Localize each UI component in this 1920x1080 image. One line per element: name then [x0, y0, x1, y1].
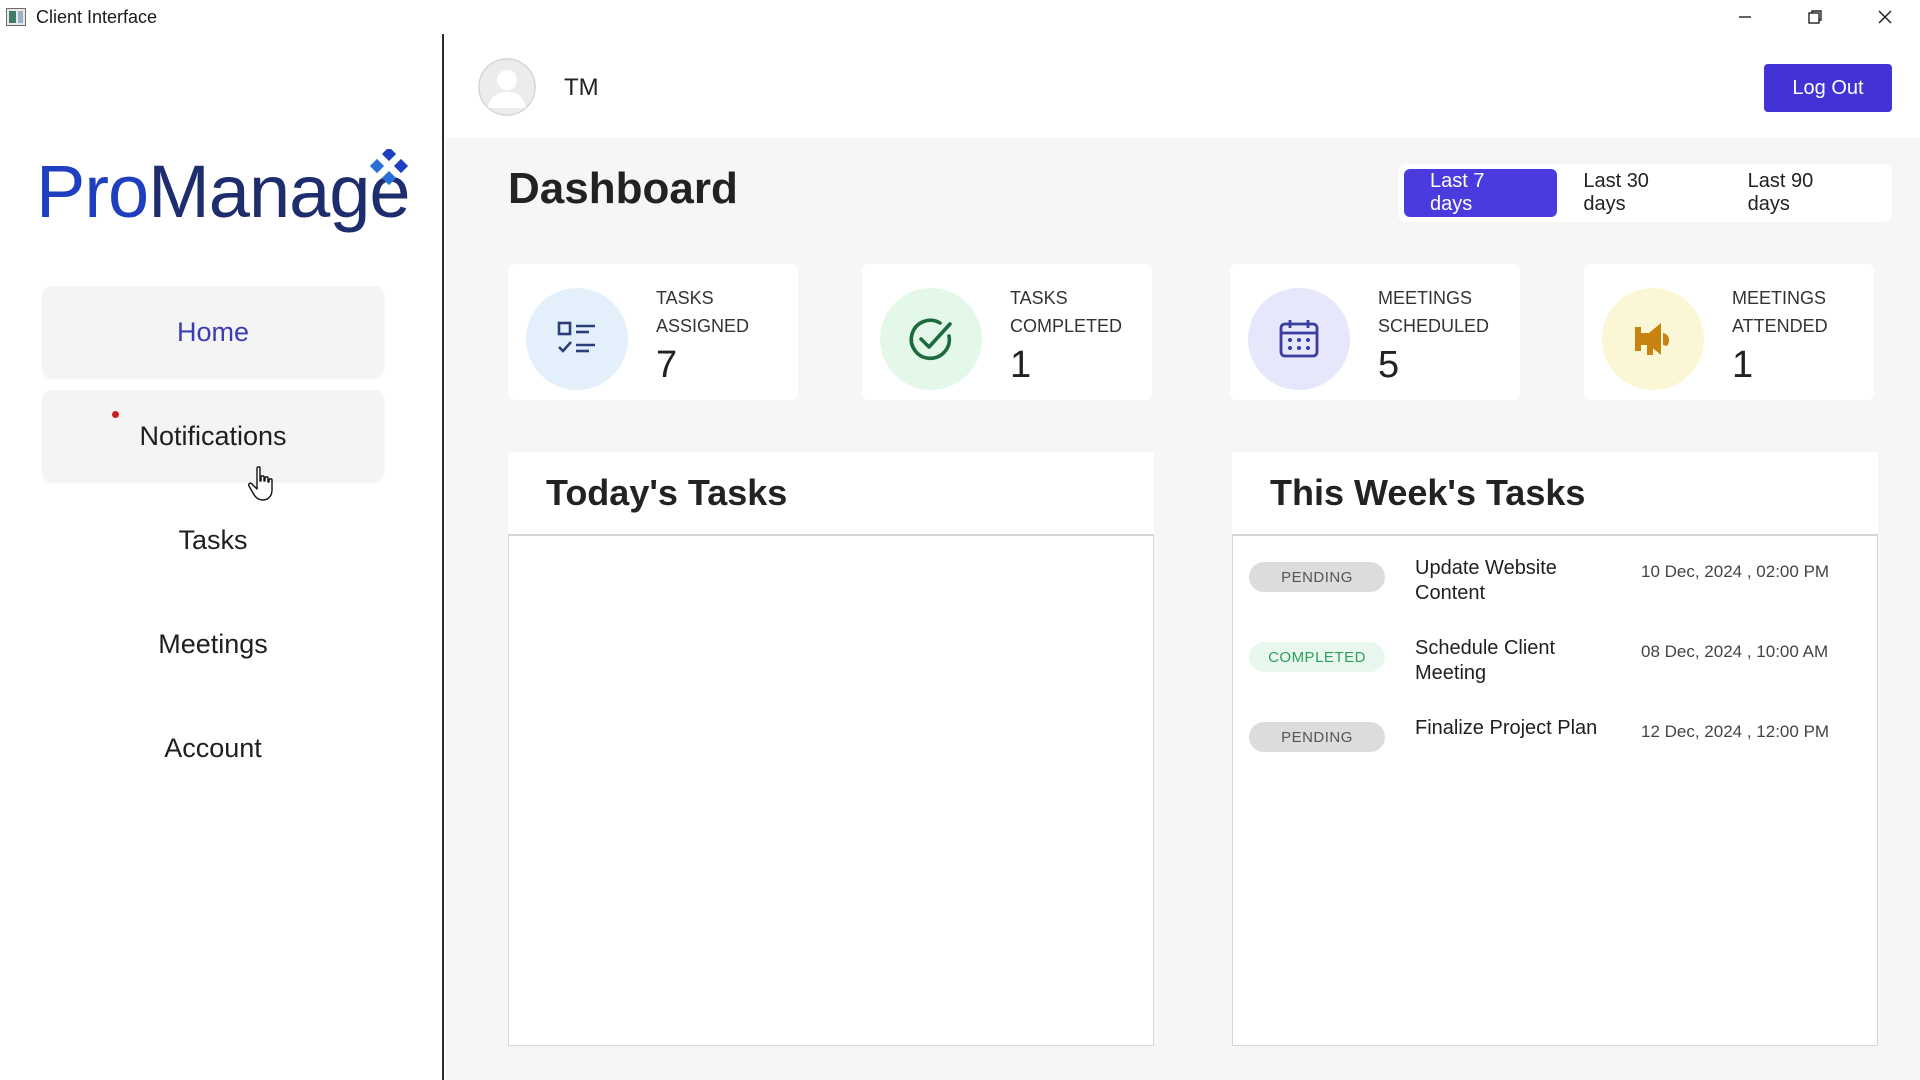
stat-card-tasks-assigned[interactable]: Tasks Assigned 7: [508, 264, 798, 400]
sidebar-item-label: Home: [176, 316, 250, 347]
stat-label: Tasks Completed: [1010, 288, 1123, 336]
hand-cursor-icon: [248, 466, 273, 501]
window-title: Client Interface: [36, 6, 158, 27]
table-row[interactable]: PENDING Finalize Project Plan 12 Dec, 20…: [1249, 710, 1859, 774]
megaphone-icon: [1635, 323, 1670, 355]
stat-card-tasks-completed[interactable]: Tasks Completed 1: [862, 264, 1152, 400]
task-date: 10 Dec, 2024 , 02:00 PM: [1641, 562, 1830, 581]
sidebar-item-label: Notifications: [139, 420, 287, 451]
task-title: Update Website Content: [1415, 557, 1557, 604]
stat-card-meetings-scheduled[interactable]: Meetings Scheduled 5: [1230, 264, 1520, 400]
restore-button[interactable]: [1780, 0, 1850, 34]
stat-value: 7: [656, 344, 678, 386]
table-row[interactable]: PENDING Update Website Content 10 Dec, 2…: [1249, 550, 1859, 614]
week-tasks-panel: This Week's Tasks PENDING Update Website…: [1232, 452, 1878, 1046]
sidebar-nav: Home Notifications Tasks Meetings Accoun…: [42, 286, 384, 806]
stat-icon-wrap: [880, 288, 982, 390]
range-last-7-days-button[interactable]: Last 7 days: [1404, 169, 1558, 217]
stat-card-meetings-attended[interactable]: Meetings Attended 1: [1584, 264, 1874, 400]
logo-mark-icon: [370, 149, 409, 186]
page-title: Dashboard: [508, 164, 738, 213]
logout-button[interactable]: Log Out: [1764, 64, 1892, 112]
sidebar-item-meetings[interactable]: Meetings: [42, 598, 384, 690]
stat-icon-wrap: [526, 288, 628, 390]
range-last-90-days-button[interactable]: Last 90 days: [1722, 169, 1886, 217]
close-button[interactable]: [1850, 0, 1920, 34]
calendar-icon: [1279, 320, 1319, 358]
main-content: TM Log Out Dashboard Last 7 days Last 30…: [446, 34, 1920, 1080]
close-icon: [1878, 10, 1892, 24]
sidebar-item-tasks[interactable]: Tasks: [42, 494, 384, 586]
today-tasks-title: Today's Tasks: [508, 452, 1154, 536]
stat-value: 1: [1010, 344, 1032, 386]
stats-row: Tasks Assigned 7 Tasks Completed 1: [508, 264, 1892, 400]
table-row[interactable]: COMPLETED Schedule Client Meeting 08 Dec…: [1249, 630, 1859, 694]
task-title: Finalize Project Plan: [1415, 717, 1598, 739]
stat-icon-wrap: [1602, 288, 1704, 390]
stat-value: 5: [1378, 344, 1400, 386]
app-icon: [6, 8, 26, 26]
range-last-30-days-button[interactable]: Last 30 days: [1557, 169, 1721, 217]
sidebar-item-account[interactable]: Account: [42, 702, 384, 794]
status-badge: PENDING: [1249, 722, 1385, 752]
sidebar-item-label: Tasks: [178, 524, 248, 555]
task-list-icon: [557, 321, 595, 353]
user-avatar-icon: [478, 58, 536, 116]
logo-pro-text: Pro: [36, 150, 149, 233]
logo-wordmark: ProManage: [36, 149, 411, 234]
status-badge: COMPLETED: [1249, 642, 1385, 672]
status-badge: PENDING: [1249, 562, 1385, 592]
user-initials: TM: [564, 74, 599, 101]
minimize-button[interactable]: [1710, 0, 1780, 34]
sidebar-item-label: Meetings: [158, 628, 268, 659]
today-tasks-list: [508, 536, 1154, 1046]
stat-label: Meetings Scheduled: [1378, 288, 1490, 336]
promanage-logo[interactable]: ProManage: [36, 119, 416, 239]
stat-label: Tasks Assigned: [656, 288, 750, 336]
week-tasks-list: PENDING Update Website Content 10 Dec, 2…: [1232, 536, 1878, 1046]
sidebar-item-label: Account: [164, 732, 262, 763]
week-tasks-title: This Week's Tasks: [1232, 452, 1878, 536]
sidebar: ProManage Home Notifications Tasks Meeti…: [0, 34, 444, 1080]
window-controls: [1710, 0, 1920, 34]
avatar[interactable]: [478, 58, 536, 116]
window-titlebar: Client Interface: [0, 0, 1920, 34]
minimize-icon: [1739, 16, 1751, 18]
sidebar-item-home[interactable]: Home: [42, 286, 384, 378]
task-date: 08 Dec, 2024 , 10:00 AM: [1641, 642, 1829, 661]
date-range-selector: Last 7 days Last 30 days Last 90 days: [1398, 164, 1892, 222]
sidebar-item-notifications[interactable]: Notifications: [42, 390, 384, 482]
check-circle-icon: [909, 318, 952, 361]
task-title: Schedule Client Meeting: [1415, 637, 1556, 684]
stat-label: Meetings Attended: [1732, 288, 1828, 336]
top-bar: TM Log Out: [446, 34, 1920, 138]
task-date: 12 Dec, 2024 , 12:00 PM: [1641, 722, 1830, 741]
today-tasks-panel: Today's Tasks: [508, 452, 1154, 1046]
stat-icon-wrap: [1248, 288, 1350, 390]
notification-dot: [112, 411, 119, 418]
stat-value: 1: [1732, 344, 1754, 386]
restore-icon: [1808, 10, 1822, 24]
